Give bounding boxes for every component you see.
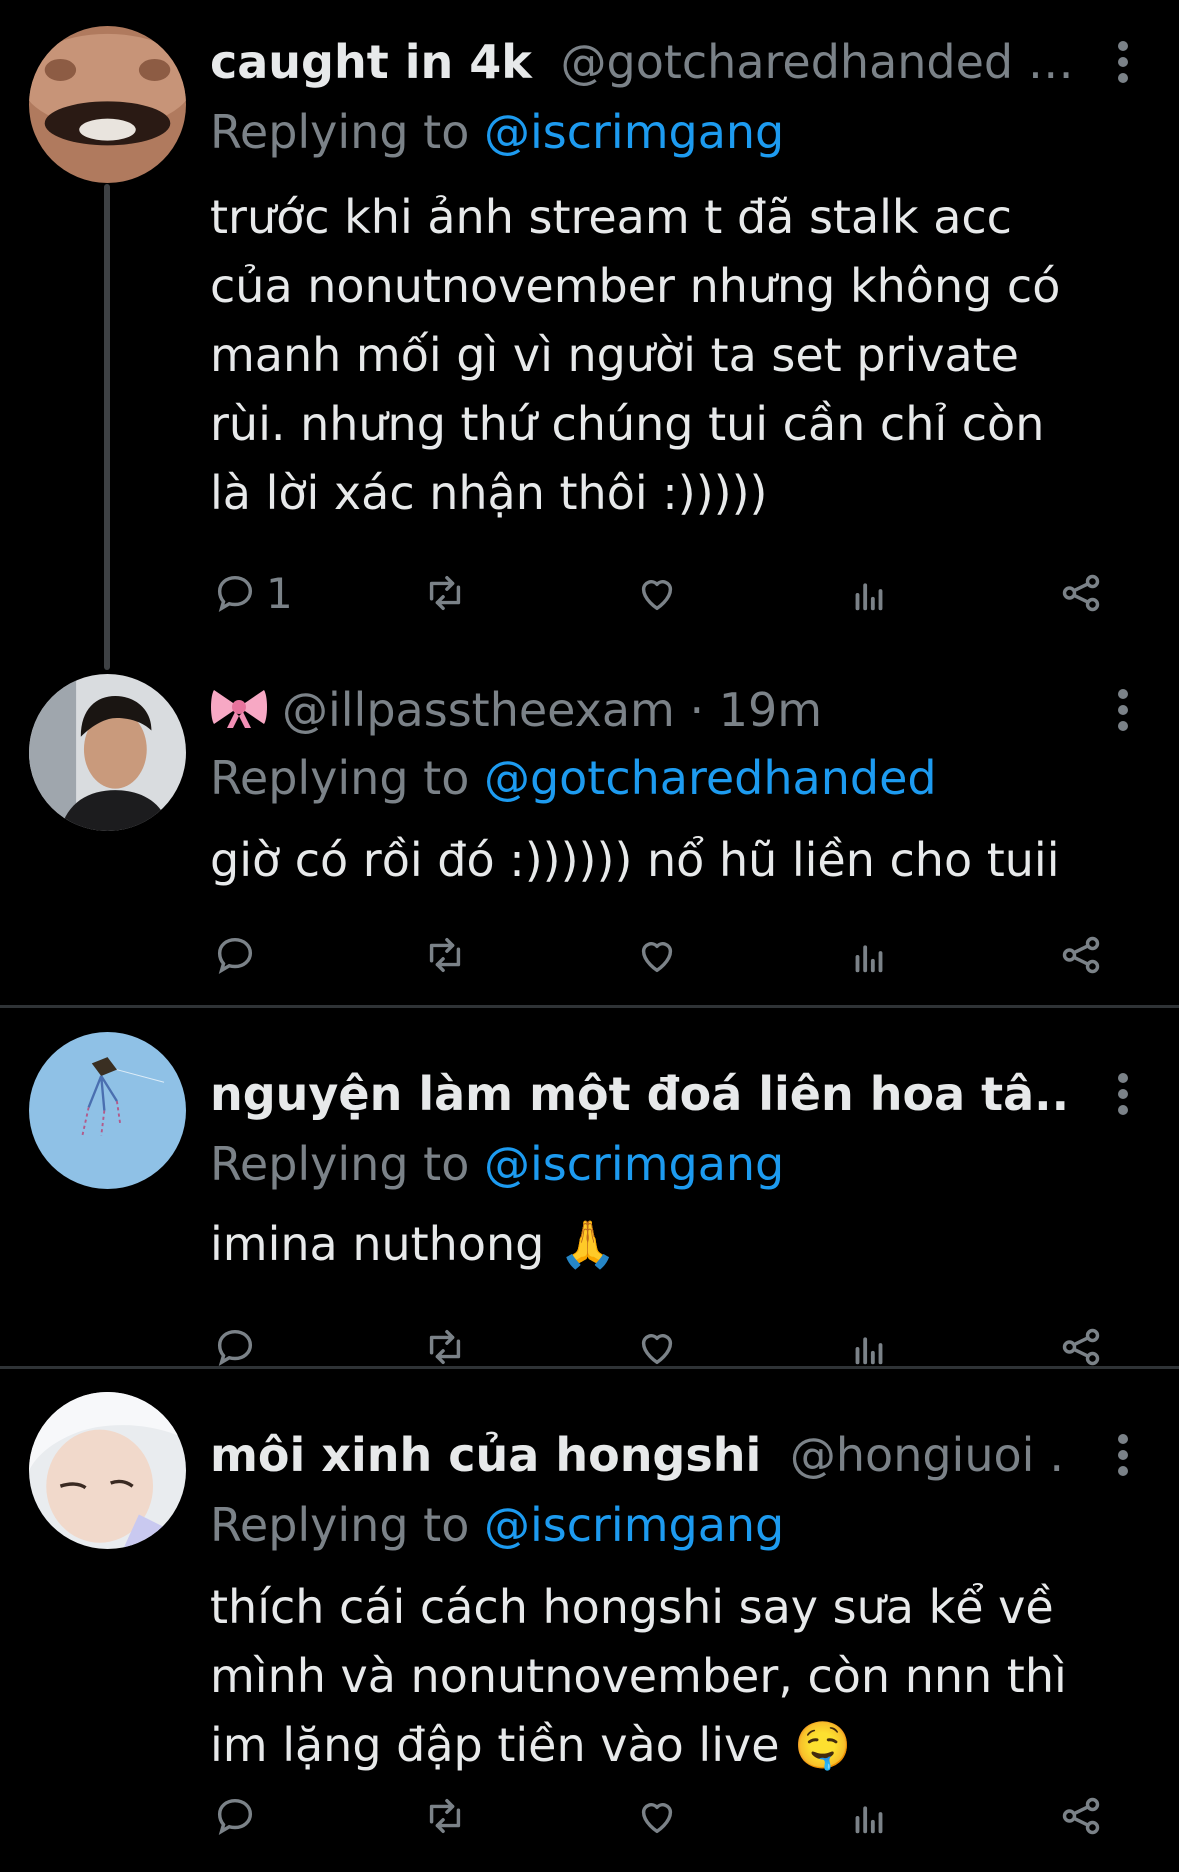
tweet-actions xyxy=(210,1786,1110,1846)
tweet-actions: 1 xyxy=(210,563,1110,623)
tweet-1[interactable]: caught in 4k @gotcharedhanded … Replying… xyxy=(0,0,1179,660)
views-icon xyxy=(855,1337,883,1365)
tweet-2[interactable]: @illpasstheexam · 19m Replying to @gotch… xyxy=(0,660,1179,1005)
replying-to: Replying to @iscrimgang xyxy=(210,102,1139,162)
more-vertical-icon[interactable] xyxy=(1103,1064,1143,1124)
tweet-4[interactable]: môi xinh của hongshi @hongiuoi … Replyin… xyxy=(0,1369,1179,1872)
replying-prefix: Replying to xyxy=(210,1498,484,1552)
views-icon xyxy=(855,945,883,973)
tweet-actions xyxy=(210,925,1110,985)
reply-icon xyxy=(217,1798,253,1836)
tweet-header: môi xinh của hongshi @hongiuoi … xyxy=(210,1425,1069,1485)
share-button[interactable] xyxy=(1058,563,1104,623)
like-icon xyxy=(641,580,673,611)
retweet-icon xyxy=(429,1798,461,1834)
like-icon xyxy=(641,1803,673,1834)
tweet-text: trước khi ảnh stream t đã stalk acc của … xyxy=(210,190,1061,520)
share-icon xyxy=(1062,936,1100,974)
more-vertical-icon[interactable] xyxy=(1103,680,1143,740)
replying-mention-link[interactable]: @iscrimgang xyxy=(484,1498,784,1552)
like-button[interactable] xyxy=(634,925,680,985)
share-icon xyxy=(1062,1797,1100,1835)
retweet-button[interactable] xyxy=(422,1786,468,1846)
display-name[interactable]: caught in 4k xyxy=(210,35,532,89)
reply-button[interactable]: 1 xyxy=(212,563,293,623)
more-vertical-icon[interactable] xyxy=(1103,1425,1143,1485)
handle[interactable]: @illpasstheexam · 19m xyxy=(282,683,822,737)
like-button[interactable] xyxy=(634,1786,680,1846)
views-button[interactable] xyxy=(846,925,892,985)
reply-icon xyxy=(217,575,253,613)
replying-mention-link[interactable]: @iscrimgang xyxy=(484,1137,784,1191)
tweet-header: caught in 4k @gotcharedhanded … xyxy=(210,32,1069,92)
tweet-header: nguyện làm một đoá liên hoa tâ... xyxy=(210,1064,1069,1124)
views-icon xyxy=(855,583,883,611)
like-button[interactable] xyxy=(634,563,680,623)
share-button[interactable] xyxy=(1058,1786,1104,1846)
selfie-avatar xyxy=(29,1392,186,1549)
reply-icon xyxy=(217,937,253,975)
retweet-icon xyxy=(429,937,461,973)
replying-mention-link[interactable]: @gotcharedhanded xyxy=(484,751,937,805)
reply-button[interactable] xyxy=(212,925,258,985)
tweet-3[interactable]: nguyện làm một đoá liên hoa tâ... Replyi… xyxy=(0,1008,1179,1367)
tweet-text: giờ có rồi đó :)))))) nổ hũ liền cho tui… xyxy=(210,833,1060,887)
replying-to: Replying to @gotcharedhanded xyxy=(210,748,1139,808)
avatar[interactable] xyxy=(29,1032,186,1189)
handle[interactable]: @gotcharedhanded … xyxy=(561,35,1070,89)
kite-sky-avatar xyxy=(29,1032,186,1189)
retweet-icon xyxy=(429,575,461,611)
display-name[interactable]: môi xinh của hongshi xyxy=(210,1428,761,1482)
replying-mention-link[interactable]: @iscrimgang xyxy=(484,105,784,159)
replying-prefix: Replying to xyxy=(210,1137,484,1191)
tweet-text: imina nuthong 🙏 xyxy=(210,1217,617,1271)
views-icon xyxy=(855,1806,883,1834)
display-name[interactable]: nguyện làm một đoá liên hoa tâ... xyxy=(210,1067,1069,1121)
tweet-header: @illpasstheexam · 19m xyxy=(210,680,1069,740)
avatar[interactable] xyxy=(29,674,186,831)
retweet-icon xyxy=(429,1329,461,1365)
handle[interactable]: @hongiuoi … xyxy=(790,1428,1069,1482)
avatar[interactable] xyxy=(29,26,186,183)
share-icon xyxy=(1062,1328,1100,1366)
more-vertical-icon[interactable] xyxy=(1103,32,1143,92)
tweet-text: thích cái cách hongshi say sưa kể về mìn… xyxy=(210,1580,1067,1772)
replying-prefix: Replying to xyxy=(210,751,484,805)
reply-button[interactable] xyxy=(212,1786,258,1846)
replying-to: Replying to @iscrimgang xyxy=(210,1495,1139,1555)
share-button[interactable] xyxy=(1058,925,1104,985)
ribbon-emoji xyxy=(211,690,267,728)
man-portrait-avatar xyxy=(29,674,186,831)
retweet-button[interactable] xyxy=(422,563,468,623)
face-closeup-avatar xyxy=(29,26,186,183)
reply-icon xyxy=(217,1329,253,1367)
replying-to: Replying to @iscrimgang xyxy=(210,1134,1139,1194)
views-button[interactable] xyxy=(846,563,892,623)
reply-count: 1 xyxy=(266,568,293,618)
views-button[interactable] xyxy=(846,1786,892,1846)
like-icon xyxy=(641,1334,673,1365)
avatar[interactable] xyxy=(29,1392,186,1549)
like-icon xyxy=(641,942,673,973)
retweet-button[interactable] xyxy=(422,925,468,985)
share-icon xyxy=(1062,574,1100,612)
replying-prefix: Replying to xyxy=(210,105,484,159)
